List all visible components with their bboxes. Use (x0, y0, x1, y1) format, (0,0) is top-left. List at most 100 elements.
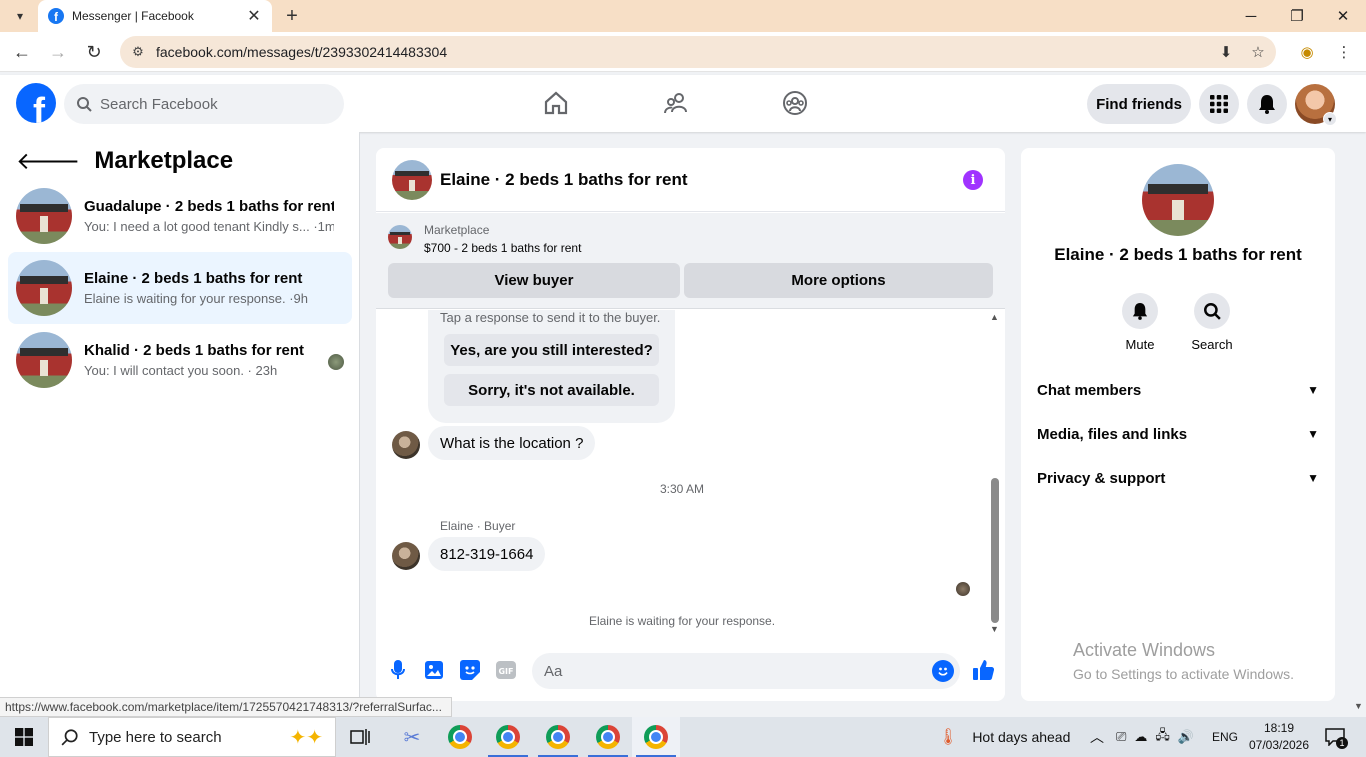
snipping-tool-icon[interactable]: ✂ (388, 717, 436, 757)
listing-photo[interactable] (1142, 164, 1214, 236)
message-input[interactable] (544, 662, 914, 680)
forward-icon[interactable]: → (44, 38, 72, 66)
info-icon[interactable]: i (963, 170, 983, 190)
tab-title: Messenger | Facebook (72, 9, 194, 23)
search-icon[interactable] (1194, 293, 1230, 329)
taskbar-search[interactable]: ✦✦ (48, 717, 336, 757)
bookmark-star-icon[interactable]: ☆ (1244, 38, 1272, 66)
scrollbar-thumb[interactable] (991, 478, 999, 623)
show-hidden-icons-icon[interactable]: ︿ (1090, 717, 1104, 757)
conversation-row-guadalupe[interactable]: Guadalupe · 2 beds 1 baths for rent You:… (8, 180, 352, 252)
scroll-down-icon[interactable]: ▼ (990, 624, 999, 634)
chrome-icon[interactable] (632, 717, 680, 757)
cloud-icon[interactable]: ☁ (1134, 729, 1147, 745)
mute-action[interactable]: Mute (1110, 293, 1170, 352)
facebook-logo-icon[interactable]: f (16, 83, 56, 123)
browser-tab[interactable]: f Messenger | Facebook ✕ (38, 0, 272, 32)
windows-taskbar: ✦✦ ✂ 🌡 Hot days ahead ︿ ⎚ ☁ 🖧 🔊 ENG 18:1… (0, 717, 1366, 757)
friends-icon[interactable] (659, 86, 693, 120)
emoji-icon[interactable] (932, 660, 954, 682)
volume-icon[interactable]: 🔊 (1178, 729, 1194, 745)
sender-avatar[interactable] (392, 431, 420, 459)
home-icon[interactable] (539, 86, 573, 120)
conversation-row-elaine[interactable]: Elaine · 2 beds 1 baths for rent Elaine … (8, 252, 352, 324)
message-scrollbar[interactable]: ▲ ▼ (988, 310, 1002, 635)
mute-label: Mute (1125, 337, 1155, 352)
page-scroll-down-icon[interactable]: ▼ (1354, 701, 1363, 711)
quick-reply-card: Tap a response to send it to the buyer. … (428, 310, 675, 423)
chrome-icon[interactable] (436, 717, 484, 757)
tab-search-chevron-icon[interactable]: ▾ (6, 2, 34, 30)
groups-icon[interactable] (778, 86, 812, 120)
account-avatar[interactable]: ▾ (1295, 84, 1337, 126)
gif-icon[interactable]: GIF (495, 659, 517, 681)
menu-grid-icon[interactable] (1199, 84, 1239, 124)
minimize-icon[interactable]: ─ (1228, 0, 1274, 32)
conversation-preview: You: I need a lot good tenant Kindly s..… (84, 219, 334, 234)
section-privacy-support[interactable]: Privacy & support ▼ (1037, 464, 1319, 492)
search-icon (77, 97, 92, 112)
windows-start-icon[interactable] (0, 717, 48, 757)
network-icon[interactable]: 🖧 (1155, 726, 1170, 748)
quick-reply-button[interactable]: Yes, are you still interested? (444, 334, 659, 366)
task-view-icon[interactable] (336, 717, 384, 757)
back-icon[interactable]: ← (8, 38, 36, 66)
chrome-icon[interactable] (534, 717, 582, 757)
url-omnibox[interactable]: ⚙ facebook.com/messages/t/23933024144833… (120, 36, 1276, 68)
search-highlights-icon[interactable]: ✦✦ (289, 725, 323, 750)
system-tray-icons[interactable]: ⎚ ☁ 🖧 🔊 (1116, 717, 1194, 757)
message-bubble[interactable]: What is the location ? (428, 426, 596, 460)
language-indicator[interactable]: ENG (1212, 717, 1238, 757)
message-bubble[interactable]: 812-319-1664 (428, 537, 546, 571)
search-label: Search (1191, 337, 1233, 352)
taskbar-clock[interactable]: 18:19 07/03/2026 (1240, 720, 1318, 754)
activate-windows-title: Activate Windows (1073, 640, 1216, 660)
search-action[interactable]: Search (1182, 293, 1242, 352)
photo-icon[interactable] (423, 659, 445, 681)
facebook-search-input[interactable] (100, 95, 320, 113)
conversation-row-khalid[interactable]: Khalid · 2 beds 1 baths for rent You: I … (8, 324, 352, 396)
seen-avatar (956, 582, 970, 596)
message-thread[interactable]: Tap a response to send it to the buyer. … (376, 310, 1005, 635)
facebook-favicon-icon: f (48, 8, 64, 24)
site-settings-icon[interactable]: ⚙ (120, 44, 156, 60)
notification-center-icon[interactable]: 1 (1322, 725, 1348, 749)
new-tab-icon[interactable]: + (280, 0, 304, 32)
chrome-icon[interactable] (484, 717, 532, 757)
listing-thumbnail (16, 332, 72, 388)
notifications-bell-icon[interactable] (1247, 84, 1287, 124)
section-chat-members[interactable]: Chat members ▼ (1037, 376, 1319, 404)
install-app-icon[interactable]: ⬇ (1212, 38, 1240, 66)
sticker-icon[interactable] (459, 659, 481, 681)
facebook-search[interactable] (64, 84, 344, 124)
close-tab-icon[interactable]: ✕ (246, 6, 262, 26)
taskbar-search-input[interactable] (89, 728, 259, 746)
like-thumb-icon[interactable] (972, 659, 996, 681)
chat-avatar[interactable] (392, 159, 432, 200)
restore-icon[interactable]: ❐ (1274, 0, 1320, 32)
more-options-button[interactable]: More options (684, 263, 993, 298)
back-arrow-icon[interactable]: 🡐 (16, 146, 80, 176)
meet-now-icon[interactable]: ⎚ (1116, 729, 1126, 745)
seen-avatar (328, 354, 344, 370)
bell-icon[interactable] (1122, 293, 1158, 329)
section-media-files[interactable]: Media, files and links ▼ (1037, 420, 1319, 448)
listing-summary[interactable]: $700 - 2 beds 1 baths for rent (424, 241, 581, 255)
message-input-box[interactable] (532, 653, 960, 689)
view-buyer-button[interactable]: View buyer (388, 263, 680, 298)
search-icon (61, 729, 78, 746)
profile-icon[interactable]: ◉ (1293, 38, 1321, 66)
close-window-icon[interactable]: ✕ (1320, 0, 1366, 32)
chrome-icon[interactable] (584, 717, 632, 757)
quick-reply-button[interactable]: Sorry, it's not available. (444, 374, 659, 406)
browser-menu-icon[interactable]: ⋮ (1330, 38, 1358, 66)
scroll-up-icon[interactable]: ▲ (990, 312, 999, 322)
reload-icon[interactable]: ↻ (80, 38, 108, 66)
microphone-icon[interactable] (387, 659, 409, 681)
sender-avatar[interactable] (392, 542, 420, 570)
facebook-header: f Find friends ▾ (0, 75, 1366, 132)
message-timestamp: 3:30 AM (659, 482, 705, 496)
chat-title[interactable]: Elaine · 2 beds 1 baths for rent (440, 170, 688, 190)
find-friends-button[interactable]: Find friends (1087, 84, 1191, 124)
weather-widget[interactable]: 🌡 Hot days ahead (938, 717, 1070, 757)
